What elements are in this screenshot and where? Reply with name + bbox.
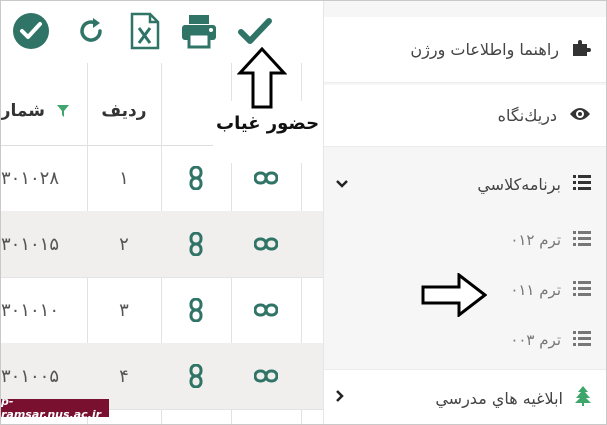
cell-index: ۲ — [119, 233, 129, 255]
list-icon — [573, 280, 591, 300]
annotation-label: حضور غياب — [216, 113, 320, 134]
sidebar-item-label: ابلاغيه هاي مدرسي — [435, 388, 563, 408]
excel-export-icon[interactable] — [125, 11, 165, 51]
sidebar-item-label: ترم ۰۱۱ — [510, 281, 561, 299]
tree-icon — [575, 386, 591, 410]
cell-number: ۳۰۱۰۲۸ — [1, 167, 60, 189]
header-row[interactable]: رديف — [87, 91, 161, 131]
sidebar: راهنما واطلاعات ورژن دريك‌نگاه برنامه‌كل… — [323, 1, 606, 424]
up-arrow-annotation — [236, 46, 288, 109]
puzzle-icon — [571, 38, 591, 62]
header-number[interactable]: شمار — [1, 91, 45, 131]
sidebar-item-label: ترم ۰۰۳ — [510, 331, 561, 349]
eye-icon — [569, 106, 591, 126]
sidebar-item-label: ترم ۰۱۲ — [510, 231, 561, 249]
sidebar-item-overview[interactable]: دريك‌نگاه — [324, 85, 606, 147]
print-icon[interactable] — [179, 11, 219, 51]
chain-link-icon[interactable] — [161, 211, 231, 277]
app-window: شمار رديف ۳۰۱۰۲۸ ۱ ۳۰۱۰۱۵ ۲ ۳۰۱۰۱۰ ۳ ۳۰۱… — [0, 0, 607, 425]
cell-index: ۳ — [119, 299, 129, 321]
cell-number: ۳۰۱۰۱۰ — [1, 299, 60, 321]
list-icon — [573, 330, 591, 350]
sidebar-item-label: دريك‌نگاه — [497, 106, 557, 125]
cell-number: ۳۰۱۰۱۵ — [1, 233, 60, 255]
list-icon — [573, 174, 591, 194]
refresh-icon[interactable] — [71, 11, 111, 51]
chain-link-icon[interactable] — [161, 277, 231, 343]
sidebar-item-help[interactable]: راهنما واطلاعات ورژن — [324, 17, 606, 83]
sidebar-item-label: راهنما واطلاعات ورژن — [410, 40, 559, 59]
check-circle-icon[interactable] — [11, 11, 51, 51]
sidebar-item-term-003[interactable]: ترم ۰۰۳ — [324, 315, 606, 365]
sidebar-item-label: برنامه‌كلاسي — [477, 174, 561, 194]
watermark: p-ramsar.nus.ac.ir — [1, 395, 109, 421]
right-arrow-annotation — [421, 271, 488, 319]
chevron-down-icon[interactable] — [336, 176, 348, 192]
chain-link-icon[interactable] — [161, 343, 231, 409]
sidebar-item-class-schedule[interactable]: برنامه‌كلاسي — [324, 153, 606, 215]
cell-index: ۱ — [119, 167, 129, 189]
table-row[interactable]: ۳۰۱۰۱۵ ۲ — [1, 211, 323, 278]
link-icon[interactable] — [231, 343, 301, 409]
checkmark-icon[interactable] — [235, 11, 275, 51]
filter-icon[interactable] — [53, 101, 73, 121]
table-row[interactable]: ۳۰۱۰۱۰ ۳ — [1, 277, 323, 344]
sidebar-item-notices[interactable]: ابلاغيه هاي مدرسي — [324, 369, 606, 424]
link-icon[interactable] — [231, 211, 301, 277]
chevron-right-icon[interactable] — [336, 390, 344, 406]
link-icon[interactable] — [231, 277, 301, 343]
list-icon — [573, 230, 591, 250]
sidebar-item-term-012[interactable]: ترم ۰۱۲ — [324, 215, 606, 265]
